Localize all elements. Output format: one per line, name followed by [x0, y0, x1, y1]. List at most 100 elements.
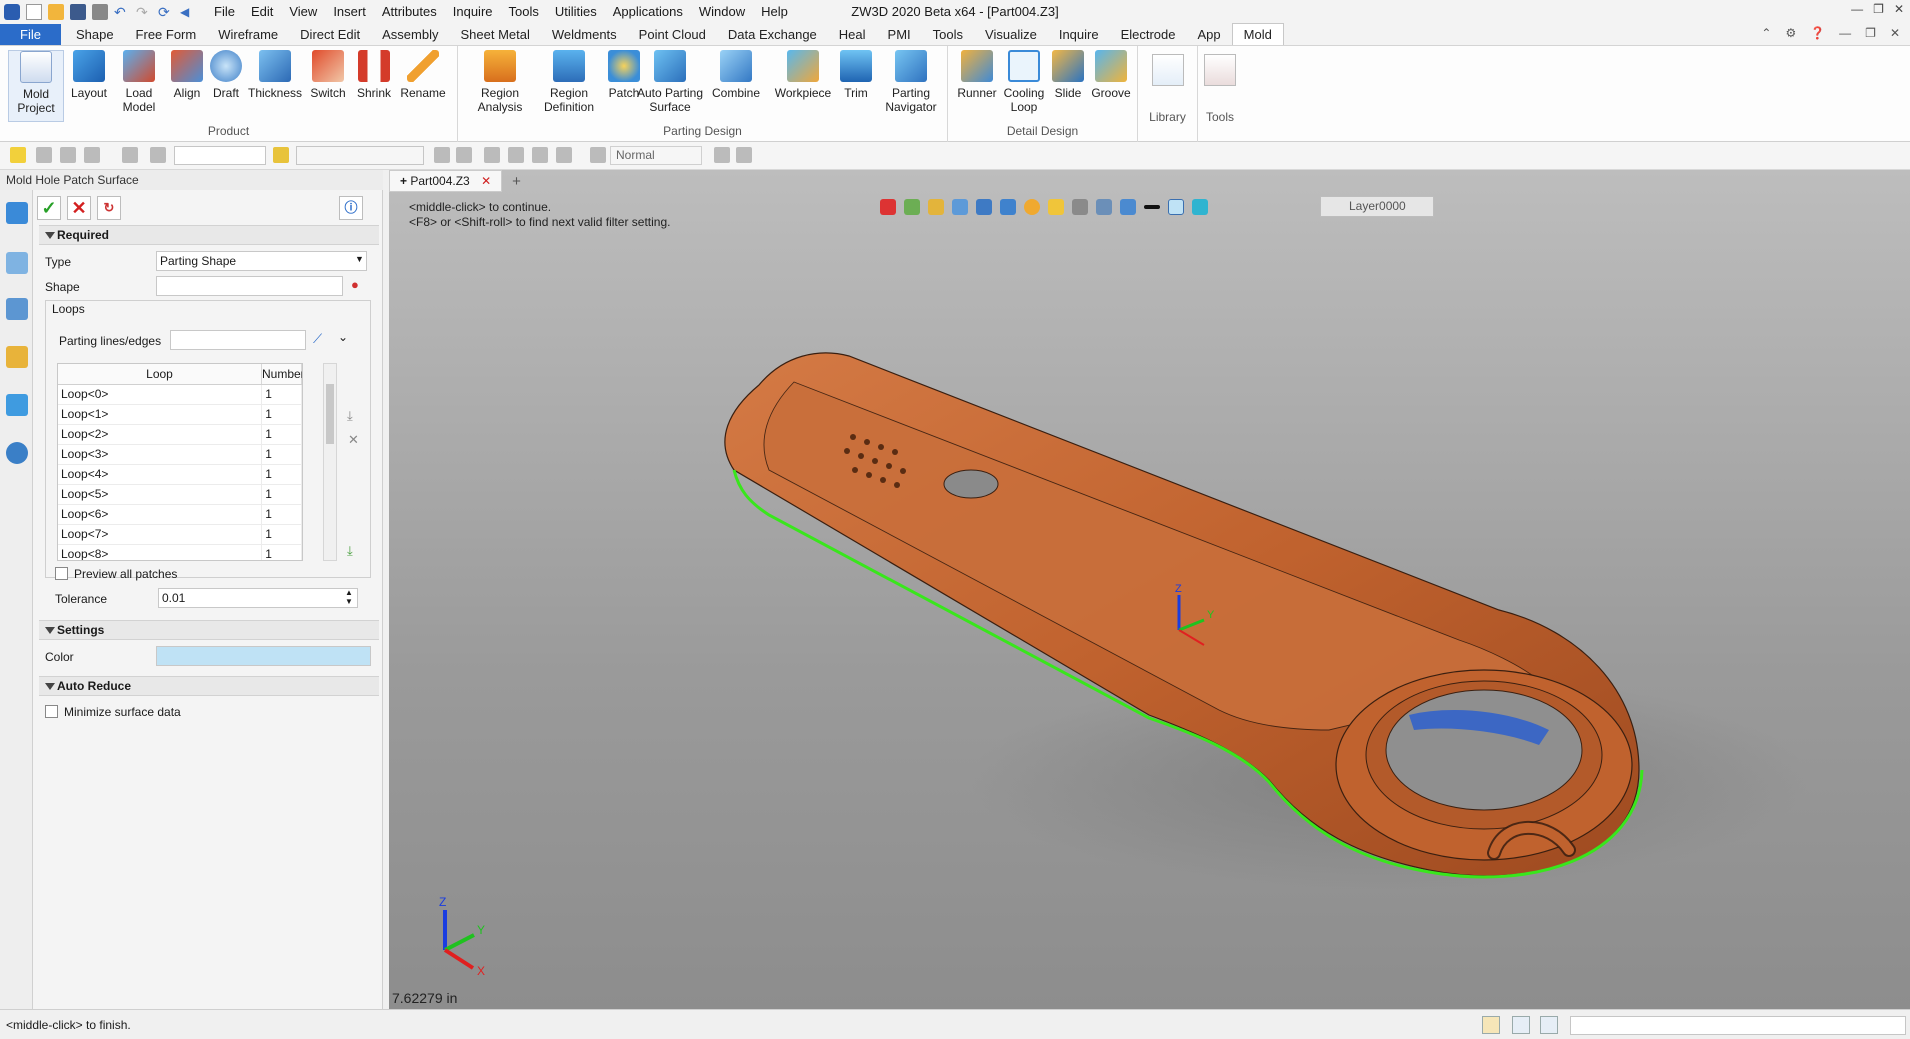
- tab-sheet-metal[interactable]: Sheet Metal: [450, 24, 541, 45]
- align-right-icon[interactable]: [532, 147, 548, 163]
- workpiece-button[interactable]: Workpiece: [772, 50, 834, 100]
- window-restore-icon[interactable]: ❐: [1865, 26, 1876, 40]
- menu-edit[interactable]: Edit: [243, 0, 281, 24]
- column-loop[interactable]: Loop: [58, 364, 262, 384]
- status-toggle-3-icon[interactable]: [1540, 1016, 1558, 1034]
- menu-attributes[interactable]: Attributes: [374, 0, 445, 24]
- table-row[interactable]: Loop<2> 1: [58, 425, 302, 445]
- parting-lines-field[interactable]: [170, 330, 306, 350]
- align-left-icon[interactable]: [484, 147, 500, 163]
- apply-button[interactable]: ↻: [97, 196, 121, 220]
- tab-point-cloud[interactable]: Point Cloud: [628, 24, 717, 45]
- layout-button[interactable]: Layout: [68, 50, 110, 100]
- runner-button[interactable]: Runner: [954, 50, 1000, 100]
- table-row[interactable]: Loop<6> 1: [58, 505, 302, 525]
- redo-icon[interactable]: ↷: [136, 4, 152, 20]
- help-icon[interactable]: ❓: [1810, 26, 1825, 40]
- hand-icon[interactable]: [714, 147, 730, 163]
- document-tab[interactable]: + Part004.Z3 ✕: [389, 170, 503, 192]
- tab-app[interactable]: App: [1187, 24, 1232, 45]
- filter-combo-2[interactable]: [296, 146, 424, 165]
- tab-shape[interactable]: Shape: [65, 24, 125, 45]
- table-row[interactable]: Loop<5> 1: [58, 485, 302, 505]
- part-icon[interactable]: [6, 346, 28, 368]
- mold-project-button[interactable]: Mold Project: [8, 50, 64, 122]
- load-model-button[interactable]: Load Model: [116, 50, 162, 114]
- thickness-button[interactable]: Thickness: [248, 50, 302, 100]
- tab-free-form[interactable]: Free Form: [125, 24, 208, 45]
- command-input[interactable]: [1570, 1016, 1906, 1035]
- cooling-loop-button[interactable]: Cooling Loop: [1000, 50, 1048, 114]
- polygon-icon[interactable]: [122, 147, 138, 163]
- menu-utilities[interactable]: Utilities: [547, 0, 605, 24]
- menu-applications[interactable]: Applications: [605, 0, 691, 24]
- back-arrow-icon[interactable]: ◀: [180, 4, 196, 20]
- status-toggle-2-icon[interactable]: [1512, 1016, 1530, 1034]
- expand-icon[interactable]: ⌄: [338, 330, 348, 344]
- tab-file[interactable]: File: [0, 24, 61, 45]
- table-row[interactable]: Loop<3> 1: [58, 445, 302, 465]
- shape-field[interactable]: [156, 276, 343, 296]
- light-icon[interactable]: [1024, 199, 1040, 215]
- section-auto-reduce[interactable]: Auto Reduce: [39, 676, 379, 696]
- import-icon[interactable]: ⤓: [347, 408, 353, 424]
- minimize-icon[interactable]: —: [1851, 2, 1863, 16]
- menu-insert[interactable]: Insert: [325, 0, 374, 24]
- save-icon[interactable]: [70, 4, 86, 20]
- cancel-button[interactable]: ✕: [67, 196, 91, 220]
- settings-gear-icon[interactable]: ⚙: [1785, 26, 1796, 40]
- minus-icon[interactable]: [60, 147, 76, 163]
- menu-help[interactable]: Help: [753, 0, 796, 24]
- export-icon[interactable]: ⤓: [347, 543, 353, 559]
- section-view-icon[interactable]: [1000, 199, 1016, 215]
- pick-filter-icon[interactable]: [273, 147, 289, 163]
- assembly-manager-icon[interactable]: [6, 252, 28, 274]
- user-icon[interactable]: [6, 442, 28, 464]
- menu-inquire[interactable]: Inquire: [445, 0, 501, 24]
- menu-file[interactable]: File: [206, 0, 243, 24]
- preview-all-patches-checkbox[interactable]: [55, 567, 68, 580]
- info-button[interactable]: ⓘ: [339, 196, 363, 220]
- tab-data-exchange[interactable]: Data Exchange: [717, 24, 828, 45]
- table-row[interactable]: Loop<4> 1: [58, 465, 302, 485]
- align-center-icon[interactable]: [508, 147, 524, 163]
- background-color-icon[interactable]: [1168, 199, 1184, 215]
- table-row[interactable]: Loop<8> 1: [58, 545, 302, 560]
- table-row[interactable]: Loop<0> 1: [58, 385, 302, 405]
- tree-icon[interactable]: [6, 298, 28, 320]
- section-settings[interactable]: Settings: [39, 620, 379, 640]
- delete-row-icon[interactable]: ✕: [348, 432, 359, 448]
- tab-tools[interactable]: Tools: [922, 24, 974, 45]
- exit-icon[interactable]: [880, 199, 896, 215]
- restore-icon[interactable]: ❐: [1873, 2, 1884, 16]
- pick-shape-icon[interactable]: ●: [351, 277, 359, 292]
- image-icon[interactable]: [6, 394, 28, 416]
- shrink-button[interactable]: Shrink: [354, 50, 394, 100]
- mold-part-model[interactable]: Z Y Z Y X: [389, 170, 1910, 1009]
- filter-combo[interactable]: [174, 146, 266, 165]
- shaded-view-icon[interactable]: [976, 199, 992, 215]
- display-mode-icon[interactable]: [904, 199, 920, 215]
- open-folder-icon[interactable]: [48, 4, 64, 20]
- tab-pmi[interactable]: PMI: [877, 24, 922, 45]
- tab-heal[interactable]: Heal: [828, 24, 877, 45]
- line-style-icon[interactable]: [1144, 205, 1160, 209]
- new-file-icon[interactable]: [26, 4, 42, 20]
- tab-mold[interactable]: Mold: [1231, 23, 1284, 45]
- scrollbar-thumb[interactable]: [326, 384, 334, 444]
- auto-parting-surface-button[interactable]: Auto Parting Surface: [636, 50, 704, 114]
- grid-icon[interactable]: [84, 147, 100, 163]
- texture-icon[interactable]: [1192, 199, 1208, 215]
- tab-close-icon[interactable]: ✕: [481, 174, 491, 188]
- close-icon[interactable]: ✕: [1894, 2, 1904, 16]
- group-library[interactable]: Library: [1138, 46, 1198, 142]
- filter-icon[interactable]: [150, 147, 166, 163]
- settings-small-icon[interactable]: [736, 147, 752, 163]
- align-button[interactable]: Align: [168, 50, 206, 100]
- render-mode-combo[interactable]: Normal: [610, 146, 702, 165]
- trim-button[interactable]: Trim: [836, 50, 876, 100]
- type-select[interactable]: Parting Shape: [156, 251, 367, 271]
- tolerance-input[interactable]: 0.01: [158, 588, 358, 608]
- window-layout-icon[interactable]: [1096, 199, 1112, 215]
- select-pointer-icon[interactable]: [10, 147, 26, 163]
